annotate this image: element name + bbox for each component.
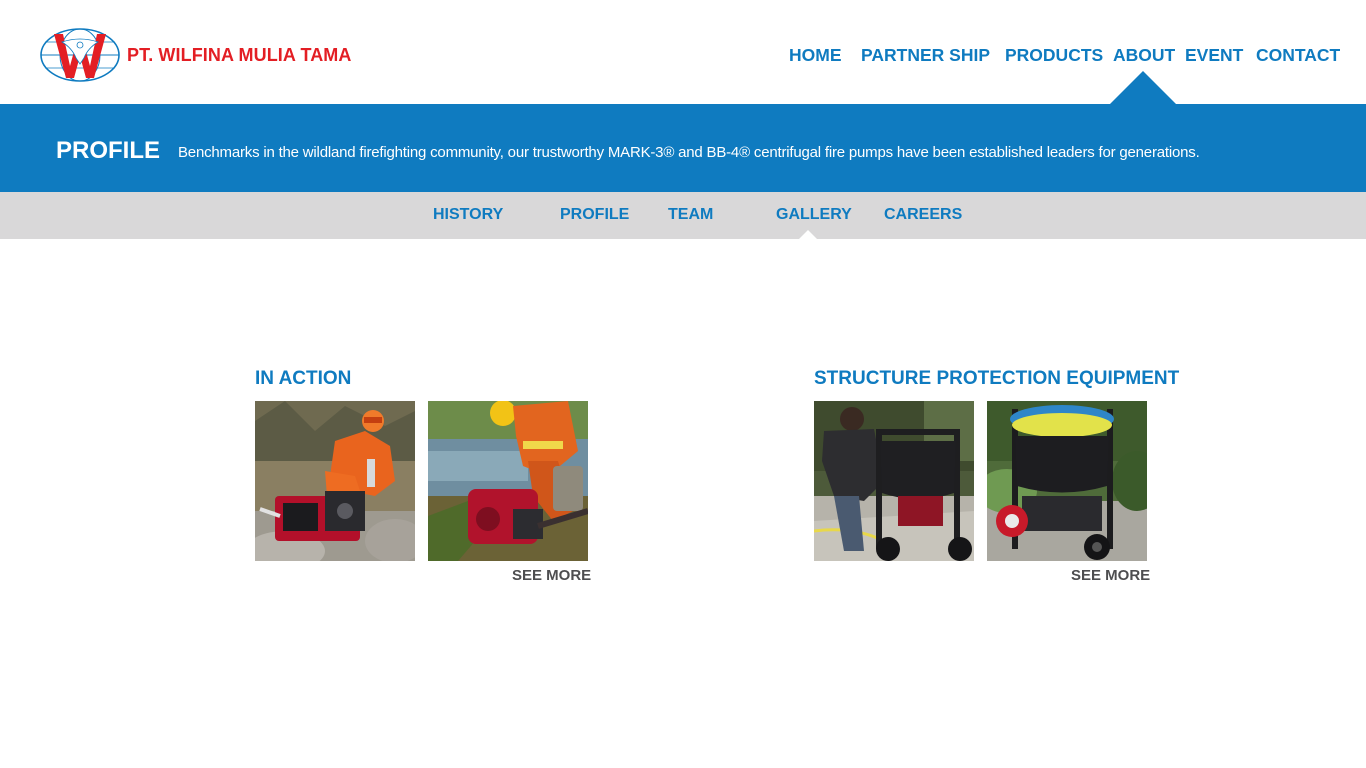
subnav-team[interactable]: TEAM [668,206,713,224]
nav-partnership[interactable]: PARTNER SHIP [861,45,990,66]
nav-event[interactable]: EVENT [1185,45,1243,66]
subnav-history[interactable]: HISTORY [433,206,503,224]
pump-cart-hose-reel-photo [987,401,1147,561]
nav-about[interactable]: ABOUT [1113,45,1175,66]
nav-home[interactable]: HOME [789,45,842,66]
gallery-thumbnail[interactable] [255,401,415,561]
see-more-link[interactable]: SEE MORE [1071,567,1150,584]
gallery-section-in-action: IN ACTION SEE MORE [255,368,595,598]
page-title: PROFILE [56,137,161,164]
page-description: Benchmarks in the wildland firefighting … [178,144,1200,161]
gallery-thumbnail[interactable] [814,401,974,561]
main-nav: HOME PARTNER SHIP PRODUCTS ABOUT EVENT C… [0,0,1366,104]
active-nav-pointer [1110,71,1176,104]
gallery-thumbnail[interactable] [428,401,588,561]
page-banner: PROFILE Benchmarks in the wildland firef… [0,104,1366,192]
firefighter-pump-photo [255,401,415,561]
nav-contact[interactable]: CONTACT [1256,45,1340,66]
nav-products[interactable]: PRODUCTS [1005,45,1103,66]
subnav-gallery[interactable]: GALLERY [776,206,852,224]
section-title: IN ACTION [255,368,352,389]
gallery-section-structure-protection: STRUCTURE PROTECTION EQUIPMENT SEE MORE [814,368,1179,598]
section-title: STRUCTURE PROTECTION EQUIPMENT [814,368,1180,389]
active-subnav-pointer [799,230,817,239]
firefighter-river-pump-photo [428,401,588,561]
subnav-careers[interactable]: CAREERS [884,206,962,224]
see-more-link[interactable]: SEE MORE [512,567,591,584]
site-header: PT. WILFINA MULIA TAMA HOME PARTNER SHIP… [0,0,1366,104]
about-subnav: HISTORY PROFILE TEAM GALLERY CAREERS [0,192,1366,239]
subnav-profile[interactable]: PROFILE [560,206,629,224]
man-with-pump-cart-photo [814,401,974,561]
gallery-thumbnail[interactable] [987,401,1147,561]
